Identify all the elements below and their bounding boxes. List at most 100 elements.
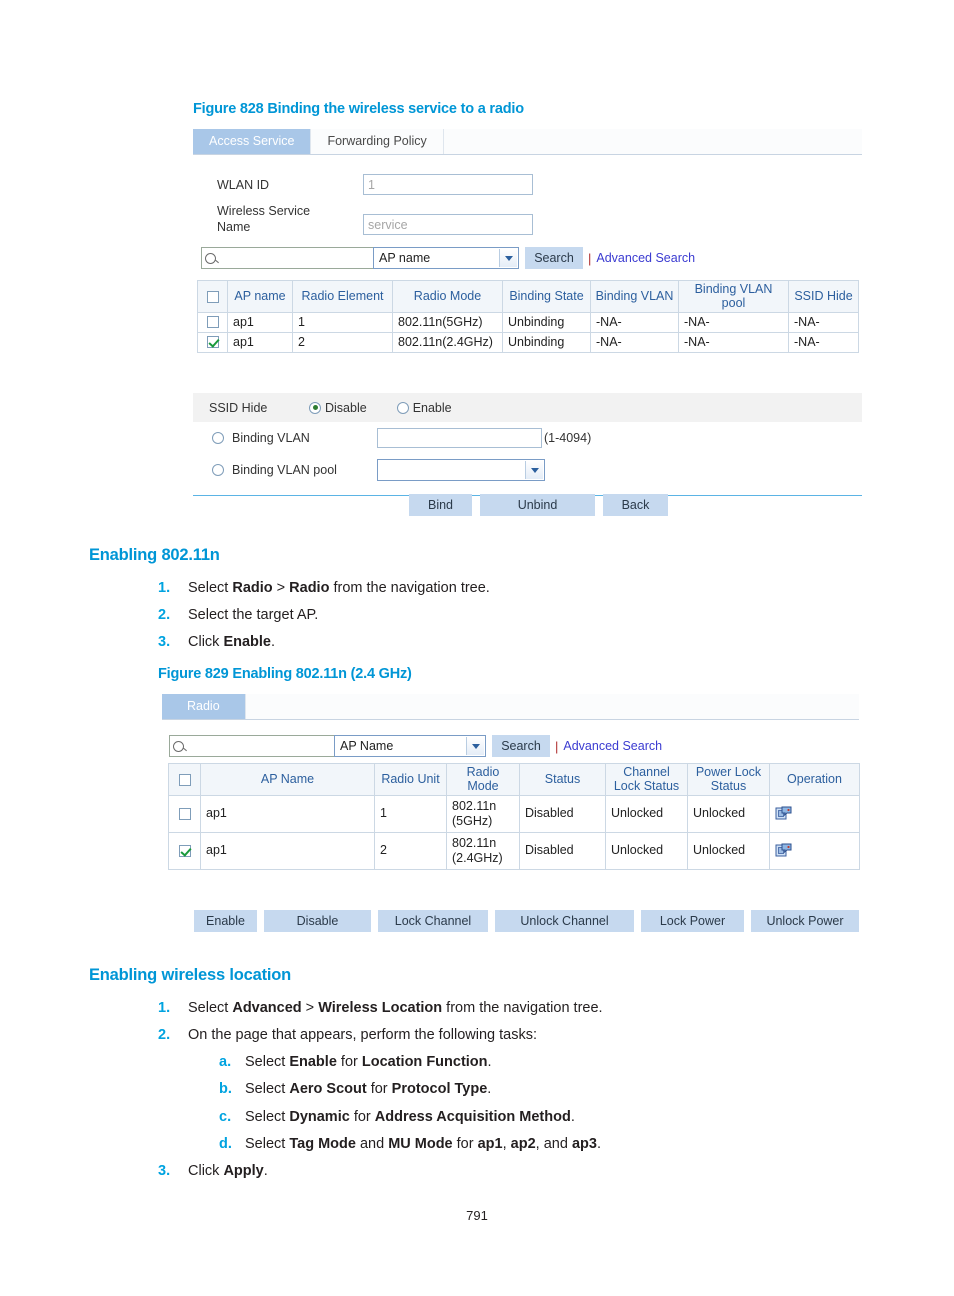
search-button[interactable]: Search [492,735,550,757]
search-bar: AP name Search | Advanced Search [201,247,695,269]
enable-button[interactable]: Enable [194,910,257,932]
lock-power-button[interactable]: Lock Power [641,910,744,932]
substep-item: b. Select Aero Scout for Protocol Type. [219,1080,778,1098]
select-all-header[interactable] [168,763,201,796]
row-checkbox[interactable] [206,336,219,349]
column-status[interactable]: Status [519,763,606,796]
cell-operation [769,794,860,833]
row-checkbox[interactable] [178,844,191,857]
back-button[interactable]: Back [603,494,668,516]
cell-ssid-hide: -NA- [788,331,859,353]
wlan-id-row: WLAN ID 1 [193,174,862,195]
ssid-hide-disable-radio[interactable] [309,401,321,414]
search-divider: | [555,738,559,754]
binding-vlan-radio[interactable] [212,432,224,444]
table-row[interactable]: ap1 2 802.11n(2.4GHz) Unbinding -NA- -NA… [197,331,859,353]
lock-channel-button[interactable]: Lock Channel [378,910,488,932]
row-select-cell[interactable] [197,331,228,353]
step-text: Click Enable. [188,634,276,651]
column-operation[interactable]: Operation [769,763,860,796]
chevron-down-icon[interactable] [466,737,484,755]
cell-status: Disabled [519,794,606,833]
column-ap-name[interactable]: AP name [227,280,293,313]
row-select-cell[interactable] [168,831,201,870]
cell-ap-name: ap1 [227,311,293,333]
tabbar-filler [246,694,859,719]
column-binding-state[interactable]: Binding State [502,280,591,313]
row-select-cell[interactable] [197,311,228,333]
row-checkbox[interactable] [206,316,219,329]
chevron-down-icon[interactable] [499,249,517,267]
step-item: 2. On the page that appears, perform the… [158,1026,778,1153]
cell-radio-element: 2 [292,331,393,353]
column-radio-mode[interactable]: Radio Mode [392,280,503,313]
binding-vlan-pool-radio[interactable] [212,464,224,476]
cell-operation [769,831,860,870]
search-input[interactable] [169,735,334,757]
wireless-service-name-field[interactable]: service [363,214,533,236]
column-binding-vlan[interactable]: Binding VLAN [590,280,679,313]
step-number: 2. [158,1027,171,1044]
cell-power-lock-status: Unlocked [687,831,770,870]
cell-radio-unit: 2 [374,831,447,870]
step-item: 1. Select Radio > Radio from the navigat… [158,579,758,597]
figure-829-caption: Figure 829 Enabling 802.11n (2.4 GHz) [158,666,412,682]
column-channel-lock-status[interactable]: Channel Lock Status [605,763,688,796]
table-row[interactable]: ap1 2 802.11n (2.4GHz) Disabled Unlocked … [168,831,860,870]
ssid-hide-enable-label[interactable]: Enable [413,401,452,415]
row-checkbox[interactable] [178,807,191,820]
substep-text: Select Dynamic for Address Acquisition M… [245,1108,575,1125]
select-all-checkbox[interactable] [206,290,219,303]
cell-power-lock-status: Unlocked [687,794,770,833]
row-select-cell[interactable] [168,794,201,833]
binding-vlan-row: Binding VLAN (1-4094) [193,428,862,448]
tab-forwarding-policy[interactable]: Forwarding Policy [311,129,444,154]
cell-radio-mode: 802.11n(2.4GHz) [446,831,520,870]
ssid-hide-label: SSID Hide [209,400,268,415]
chevron-down-icon[interactable] [525,461,543,479]
search-input[interactable] [201,247,373,269]
search-criteria-select[interactable]: AP Name [334,735,486,757]
unlock-power-button[interactable]: Unlock Power [751,910,859,932]
binding-vlan-pool-select[interactable] [377,459,545,481]
binding-vlan-label[interactable]: Binding VLAN [232,431,377,445]
ssid-hide-disable-label[interactable]: Disable [325,401,367,415]
search-divider: | [588,250,592,266]
unlock-channel-button[interactable]: Unlock Channel [495,910,634,932]
table-row[interactable]: ap1 1 802.11n(5GHz) Unbinding -NA- -NA- … [197,311,859,333]
advanced-search-link[interactable]: Advanced Search [563,739,662,753]
ssid-hide-enable-radio[interactable] [396,401,409,414]
column-radio-unit[interactable]: Radio Unit [374,763,447,796]
edit-config-icon[interactable] [775,804,793,820]
column-ssid-hide[interactable]: SSID Hide [788,280,859,313]
step-number: 1. [158,1000,171,1016]
tab-access-service[interactable]: Access Service [193,129,312,154]
select-all-checkbox[interactable] [178,773,191,786]
binding-vlan-pool-label[interactable]: Binding VLAN pool [232,463,377,477]
cell-ssid-hide: -NA- [788,311,859,333]
edit-config-icon[interactable] [775,841,793,857]
disable-button[interactable]: Disable [264,910,371,932]
bind-button[interactable]: Bind [409,494,472,516]
step-text: On the page that appears, perform the fo… [188,1027,538,1044]
unbind-button[interactable]: Unbind [480,494,595,516]
wlan-id-field[interactable]: 1 [363,174,533,195]
column-radio-mode[interactable]: Radio Mode [446,763,520,796]
column-power-lock-status[interactable]: Power Lock Status [687,763,770,796]
search-bar: AP Name Search | Advanced Search [169,735,662,757]
select-all-header[interactable] [197,280,228,313]
column-binding-vlan-pool[interactable]: Binding VLAN pool [678,280,789,313]
column-radio-element[interactable]: Radio Element [292,280,393,313]
step-text: Click Apply. [188,1162,268,1179]
binding-vlan-input[interactable] [377,428,542,448]
search-criteria-select[interactable]: AP name [373,247,519,269]
table-row[interactable]: ap1 1 802.11n (5GHz) Disabled Unlocked Un… [168,794,860,833]
advanced-search-link[interactable]: Advanced Search [596,251,695,265]
search-button[interactable]: Search [525,247,583,269]
cell-ap-name: ap1 [200,831,375,870]
wireless-service-name-label: Wireless Service Name [217,204,311,234]
step-number: 1. [158,580,171,596]
tab-radio[interactable]: Radio [162,694,246,719]
substep-item: a. Select Enable for Location Function. [219,1053,778,1071]
column-ap-name[interactable]: AP Name [200,763,375,796]
